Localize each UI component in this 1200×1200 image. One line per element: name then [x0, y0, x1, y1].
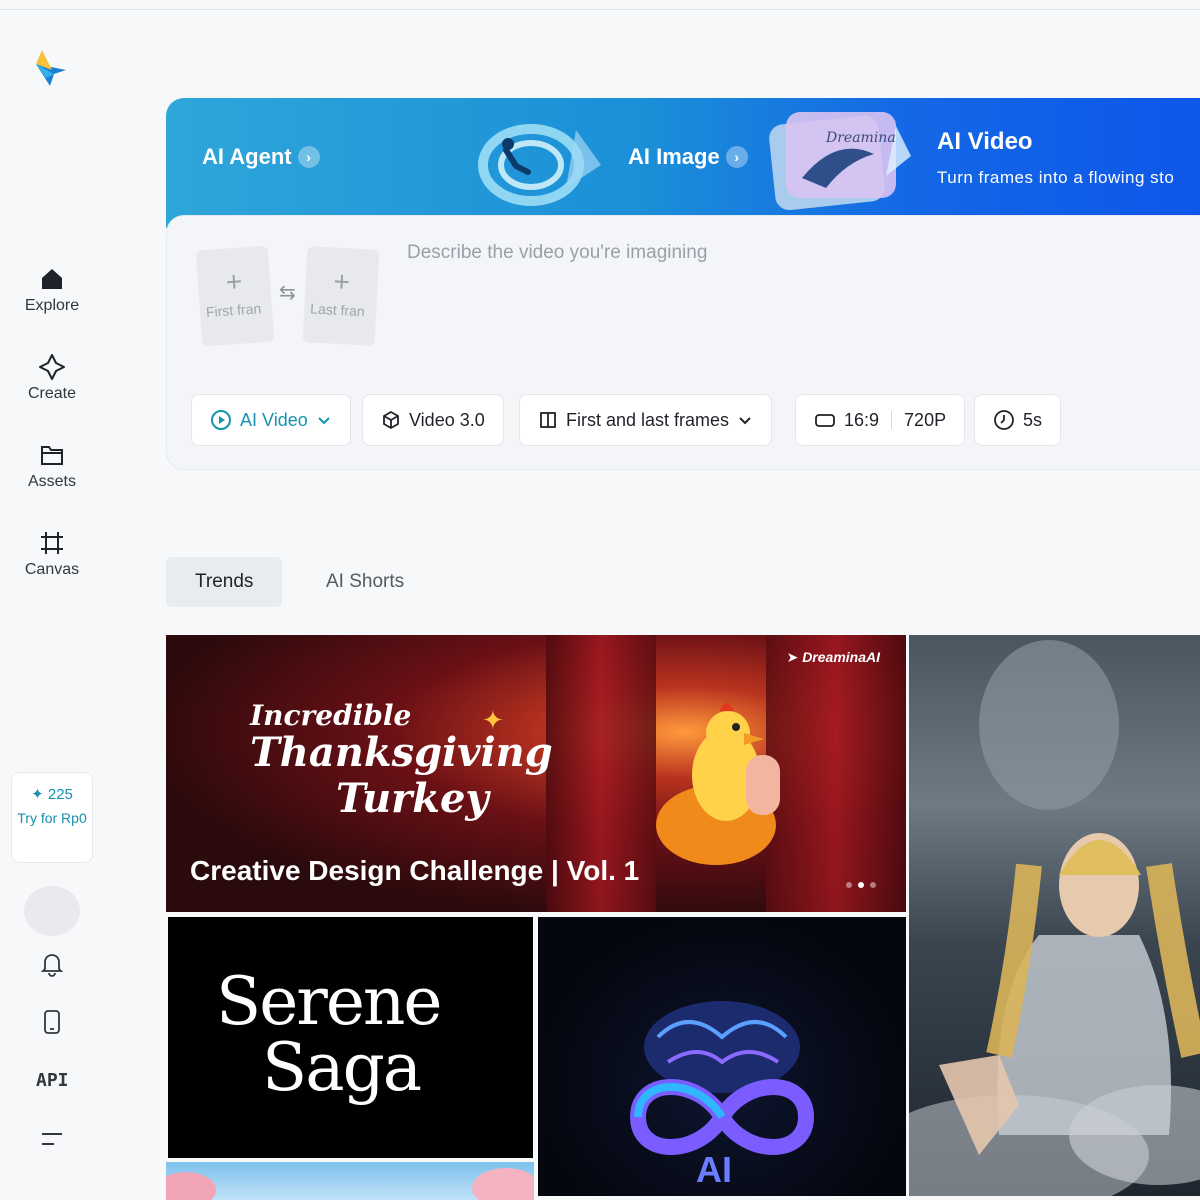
- credits-count: ✦ 225: [12, 785, 92, 803]
- brand-watermark-text: DreaminaAI: [802, 649, 880, 665]
- resolution-label: 720P: [904, 409, 947, 430]
- model-selector[interactable]: Video 3.0: [362, 394, 504, 446]
- mode-selector[interactable]: AI Video: [191, 394, 351, 446]
- menu-icon[interactable]: [38, 1126, 66, 1154]
- dreamina-script-text: Dreamina: [825, 130, 896, 146]
- sky-artwork-card[interactable]: [166, 1162, 534, 1200]
- dreamina-logo[interactable]: [32, 48, 72, 88]
- hero-art-line3: Turkey: [336, 775, 489, 822]
- duration-selector[interactable]: 5s: [974, 394, 1062, 446]
- swap-icon[interactable]: ⇆: [279, 280, 296, 305]
- first-frame-upload[interactable]: + First fran: [195, 245, 275, 347]
- tab-ai-shorts-label: AI Shorts: [326, 571, 405, 592]
- credits-value: 225: [47, 786, 73, 803]
- tab-ai-shorts[interactable]: AI Shorts: [297, 557, 433, 607]
- sparkle-icon: [39, 354, 65, 380]
- ai-image-illustration: Dreamina: [769, 112, 911, 211]
- chevron-down-icon: [739, 417, 751, 425]
- sidebar-item-create[interactable]: Create: [0, 353, 104, 403]
- avatar[interactable]: [24, 886, 80, 936]
- model-label: Video 3.0: [409, 409, 485, 430]
- sidebar-label-canvas: Canvas: [24, 561, 80, 578]
- sidebar-label-create: Create: [27, 385, 77, 402]
- goddess-illustration: [909, 640, 1200, 1196]
- spark-icon: ✦: [31, 786, 44, 803]
- credits-cta: Try for Rp0: [17, 810, 87, 826]
- sidebar-label-assets: Assets: [27, 473, 76, 490]
- carousel-dot[interactable]: [870, 882, 876, 888]
- ratio-resolution-selector[interactable]: 16:9 720P: [795, 394, 966, 446]
- duration-label: 5s: [1023, 409, 1043, 430]
- sidebar-item-canvas[interactable]: Canvas: [0, 529, 104, 579]
- hero-art-line1: Incredible: [250, 699, 412, 732]
- frames-icon: [540, 412, 556, 428]
- ai-image-label: AI Image: [628, 143, 720, 169]
- last-frame-upload[interactable]: + Last fran: [302, 246, 380, 346]
- hero-art-line2: Thanksgiving: [250, 729, 553, 776]
- chevron-right-icon: ›: [297, 145, 320, 168]
- carousel-dot-active[interactable]: [858, 882, 864, 888]
- sidebar-item-explore[interactable]: Explore: [0, 265, 104, 315]
- ai-brain-card[interactable]: AI: [538, 917, 906, 1196]
- serene-saga-card[interactable]: Serene Saga: [168, 917, 533, 1158]
- ai-tile-text: AI: [696, 1149, 732, 1190]
- video-play-icon: [211, 410, 231, 430]
- goddess-artwork-card[interactable]: [909, 635, 1200, 1196]
- serene-line2: Saga: [262, 1029, 422, 1106]
- ai-agent-label: AI Agent: [202, 143, 292, 169]
- hero-challenge-card[interactable]: Incredible Thanksgiving Turkey ✦ ➤ Dream…: [166, 635, 906, 912]
- aspect-ratio-icon: [815, 414, 835, 427]
- api-link[interactable]: API: [36, 1070, 69, 1091]
- feature-banner: AI Agent › AI Image › Dreamina AI Video …: [166, 98, 1200, 228]
- mode-label: AI Video: [240, 409, 308, 430]
- chevron-down-icon: [318, 417, 330, 425]
- ai-video-title: AI Video: [937, 128, 1033, 155]
- frames-mode-selector[interactable]: First and last frames: [519, 394, 773, 446]
- first-frame-label: First fran: [205, 300, 262, 321]
- prompt-input[interactable]: Describe the video you're imagining: [407, 242, 707, 264]
- carousel-dots[interactable]: [846, 882, 876, 888]
- crop-icon: [41, 532, 63, 554]
- sidebar-label-explore: Explore: [24, 297, 80, 314]
- banner-tab-ai-image[interactable]: AI Image ›: [628, 98, 748, 215]
- flowers-illustration: [166, 1168, 534, 1200]
- top-divider: [0, 9, 1200, 10]
- tab-trends[interactable]: Trends: [166, 557, 283, 607]
- ai-agent-illustration: [478, 124, 601, 206]
- last-frame-label: Last fran: [309, 300, 366, 320]
- credits-card[interactable]: ✦ 225 Try for Rp0: [11, 772, 93, 863]
- cube-icon: [383, 410, 399, 430]
- frames-mode-label: First and last frames: [566, 409, 730, 430]
- hero-title: Creative Design Challenge | Vol. 1: [190, 855, 640, 886]
- folder-icon: [41, 446, 63, 465]
- star-icon: ✦: [482, 705, 504, 735]
- brand-watermark: ➤ DreaminaAI: [786, 649, 880, 665]
- carousel-dot[interactable]: [846, 882, 852, 888]
- ratio-label: 16:9: [844, 409, 880, 430]
- chevron-right-icon: ›: [725, 145, 748, 168]
- home-icon: [42, 269, 62, 289]
- bell-icon[interactable]: [38, 950, 66, 978]
- chip-separator: [891, 411, 893, 429]
- sidebar-item-assets[interactable]: Assets: [0, 441, 104, 491]
- tab-trends-label: Trends: [195, 571, 254, 592]
- turkey-illustration: [656, 703, 780, 865]
- plus-icon: +: [332, 265, 351, 298]
- plus-icon: +: [224, 265, 244, 298]
- clock-icon: [994, 410, 1014, 430]
- banner-tab-ai-agent[interactable]: AI Agent ›: [202, 98, 320, 215]
- mobile-icon[interactable]: [38, 1008, 66, 1036]
- prompt-composer: + First fran ⇆ + Last fran Describe the …: [166, 215, 1200, 470]
- ai-video-subtitle: Turn frames into a flowing sto: [937, 168, 1175, 187]
